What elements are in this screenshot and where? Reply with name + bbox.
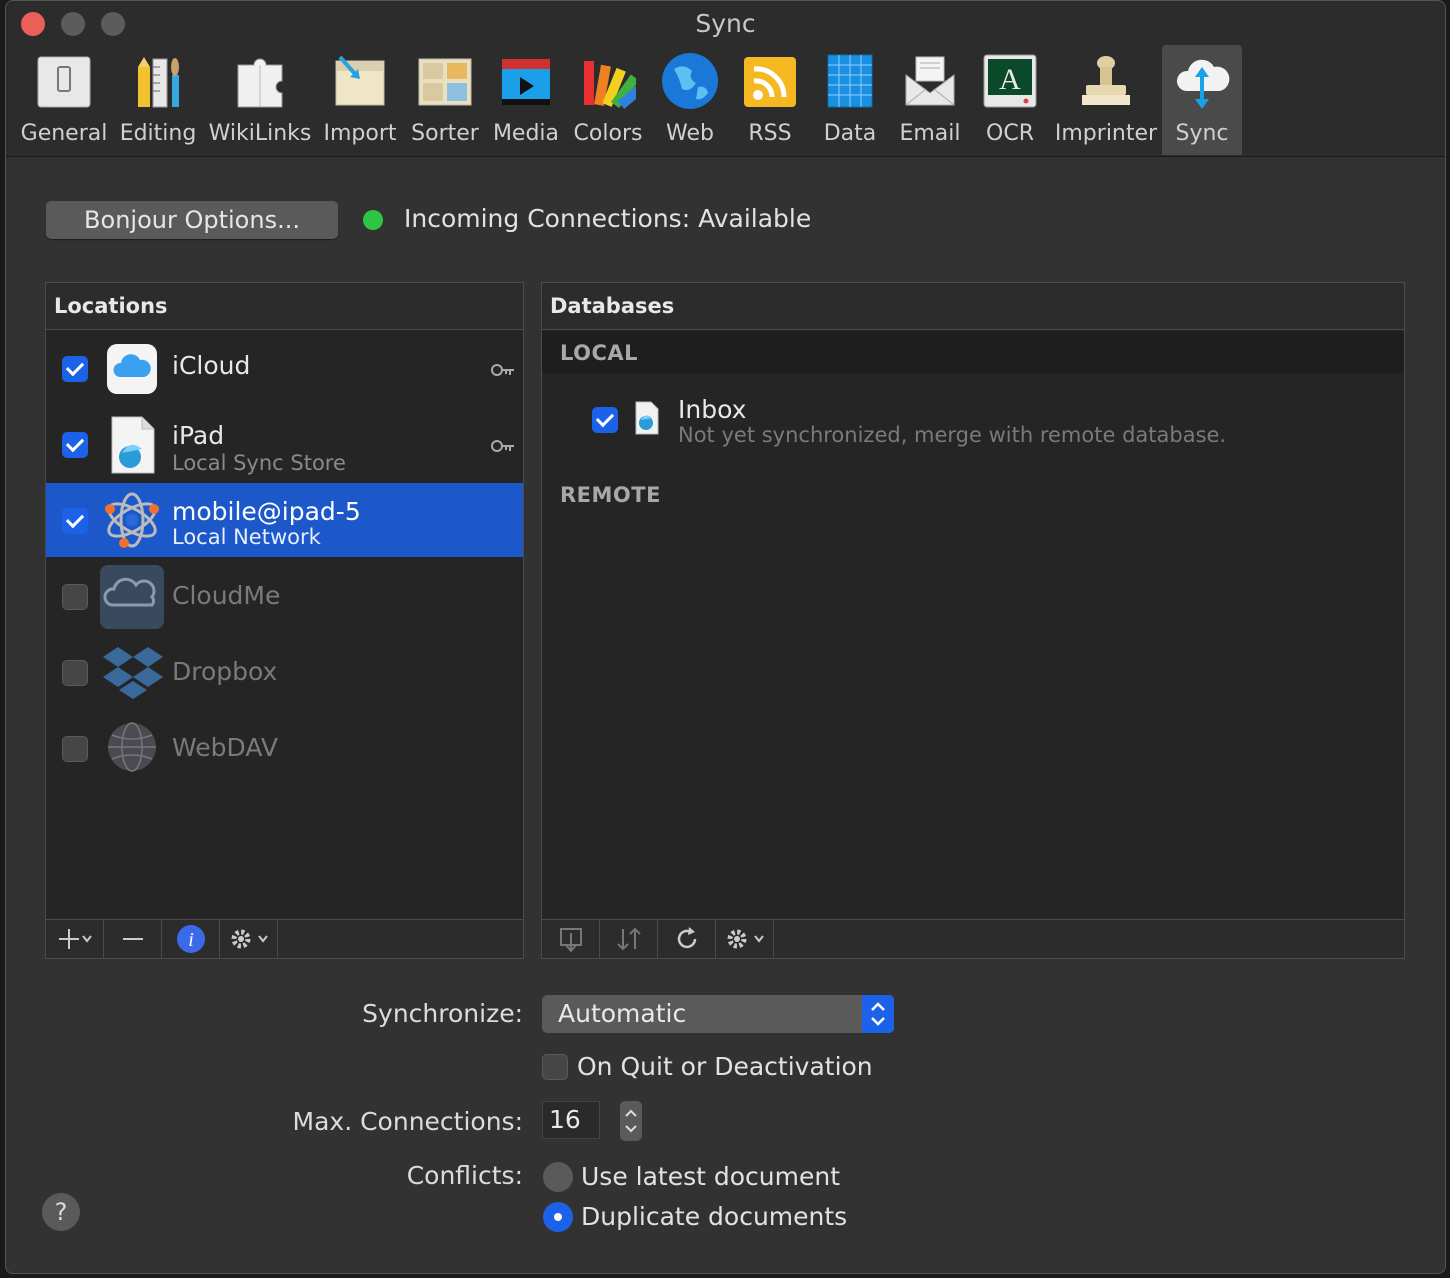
pencil-ruler-icon: [128, 51, 188, 111]
synchronize-label: Synchronize:: [362, 999, 523, 1028]
svg-text:A: A: [999, 63, 1021, 96]
svg-text:i: i: [188, 929, 194, 951]
rss-icon: [740, 51, 800, 111]
globe-icon: [660, 51, 720, 111]
media-icon: [496, 51, 556, 111]
location-item-mobile-ipad-5[interactable]: mobile@ipad-5 Local Network: [46, 483, 523, 557]
tab-media[interactable]: Media: [486, 45, 566, 155]
location-item-cloudme[interactable]: CloudMe: [46, 559, 523, 633]
location-item-icloud[interactable]: iCloud: [46, 331, 523, 405]
cloud-sync-icon: [1172, 51, 1232, 111]
titlebar: Sync General Editing WikiLinks Import So…: [6, 1, 1445, 157]
duplicate-documents-radio[interactable]: [543, 1202, 573, 1232]
tab-email[interactable]: Email: [890, 45, 970, 155]
tab-data[interactable]: Data: [810, 45, 890, 155]
info-button[interactable]: i: [162, 920, 220, 958]
bonjour-options-button[interactable]: Bonjour Options...: [46, 201, 338, 239]
tab-sync[interactable]: Sync: [1162, 45, 1242, 155]
bonjour-network-icon: [102, 491, 162, 549]
icloud-checkbox[interactable]: [62, 356, 88, 382]
inbox-checkbox[interactable]: [592, 407, 618, 433]
tab-rss[interactable]: RSS: [730, 45, 810, 155]
tab-wikilinks[interactable]: WikiLinks: [204, 45, 316, 155]
duplicate-documents-label: Duplicate documents: [581, 1202, 848, 1231]
remote-section-header: REMOTE: [560, 483, 661, 507]
use-latest-label: Use latest document: [581, 1162, 841, 1191]
location-actions-gear-icon[interactable]: [220, 920, 278, 958]
use-latest-radio[interactable]: [543, 1162, 573, 1192]
remove-location-button[interactable]: [104, 920, 162, 958]
stamp-icon: [1076, 51, 1136, 111]
tab-editing[interactable]: Editing: [112, 45, 204, 155]
cloudme-icon: [100, 565, 164, 629]
refresh-icon[interactable]: [658, 920, 716, 958]
tab-web[interactable]: Web: [650, 45, 730, 155]
document-icon: [106, 415, 158, 475]
conflicts-label: Conflicts:: [406, 1161, 523, 1190]
sync-arrows-icon[interactable]: [600, 920, 658, 958]
database-document-icon: [634, 401, 660, 435]
tab-ocr[interactable]: A OCR: [970, 45, 1050, 155]
local-section-header: LOCAL: [542, 331, 1404, 373]
on-quit-label: On Quit or Deactivation: [577, 1052, 873, 1081]
cloudme-checkbox[interactable]: [62, 584, 88, 610]
tab-general[interactable]: General: [16, 45, 112, 155]
window-title: Sync: [695, 9, 756, 38]
location-item-ipad[interactable]: iPad Local Sync Store: [46, 407, 523, 481]
locations-header: Locations: [46, 283, 523, 330]
sorter-icon: [415, 51, 475, 111]
network-globe-icon: [106, 721, 158, 773]
popup-arrows-icon: [862, 995, 894, 1033]
key-icon: [491, 438, 515, 452]
databases-header: Databases: [542, 283, 1404, 330]
tab-sorter[interactable]: Sorter: [404, 45, 486, 155]
data-grid-icon: [820, 51, 880, 111]
database-item-inbox[interactable]: Inbox Not yet synchronized, merge with r…: [542, 383, 1404, 453]
dropbox-checkbox[interactable]: [62, 660, 88, 686]
general-icon: [34, 51, 94, 111]
ipad-checkbox[interactable]: [62, 432, 88, 458]
max-connections-label: Max. Connections:: [292, 1107, 523, 1136]
incoming-connections-status: Incoming Connections: Available: [404, 204, 812, 233]
preferences-window: Sync General Editing WikiLinks Import So…: [5, 0, 1446, 1274]
locations-footer-bar: i: [46, 919, 523, 958]
import-database-icon[interactable]: [542, 920, 600, 958]
databases-panel: Databases LOCAL Inbox Not yet synchroniz…: [541, 282, 1405, 959]
key-icon: [491, 362, 515, 376]
synchronize-popup[interactable]: Automatic: [542, 995, 894, 1033]
databases-footer-bar: [542, 919, 1404, 958]
envelope-icon: [900, 51, 960, 111]
icloud-icon: [106, 343, 158, 395]
tab-imprinter[interactable]: Imprinter: [1050, 45, 1162, 155]
location-item-webdav[interactable]: WebDAV: [46, 711, 523, 785]
add-location-button[interactable]: [46, 920, 104, 958]
on-quit-checkbox[interactable]: [542, 1054, 568, 1080]
tab-import[interactable]: Import: [316, 45, 404, 155]
color-swatches-icon: [578, 51, 638, 111]
webdav-checkbox[interactable]: [62, 736, 88, 762]
database-actions-gear-icon[interactable]: [716, 920, 774, 958]
import-icon: [330, 51, 390, 111]
locations-panel: Locations iCloud iPad Local Sync Store m…: [45, 282, 524, 959]
location-item-dropbox[interactable]: Dropbox: [46, 635, 523, 709]
status-indicator-dot: [363, 210, 383, 230]
tab-colors[interactable]: Colors: [566, 45, 650, 155]
max-connections-stepper[interactable]: [620, 1101, 642, 1141]
preferences-toolbar: General Editing WikiLinks Import Sorter …: [16, 45, 1242, 155]
help-button[interactable]: ?: [42, 1193, 80, 1231]
mobile-ipad-checkbox[interactable]: [62, 508, 88, 534]
ocr-icon: A: [980, 51, 1040, 111]
dropbox-icon: [102, 641, 164, 703]
puzzle-icon: [230, 51, 290, 111]
max-connections-field[interactable]: 16: [542, 1101, 600, 1139]
